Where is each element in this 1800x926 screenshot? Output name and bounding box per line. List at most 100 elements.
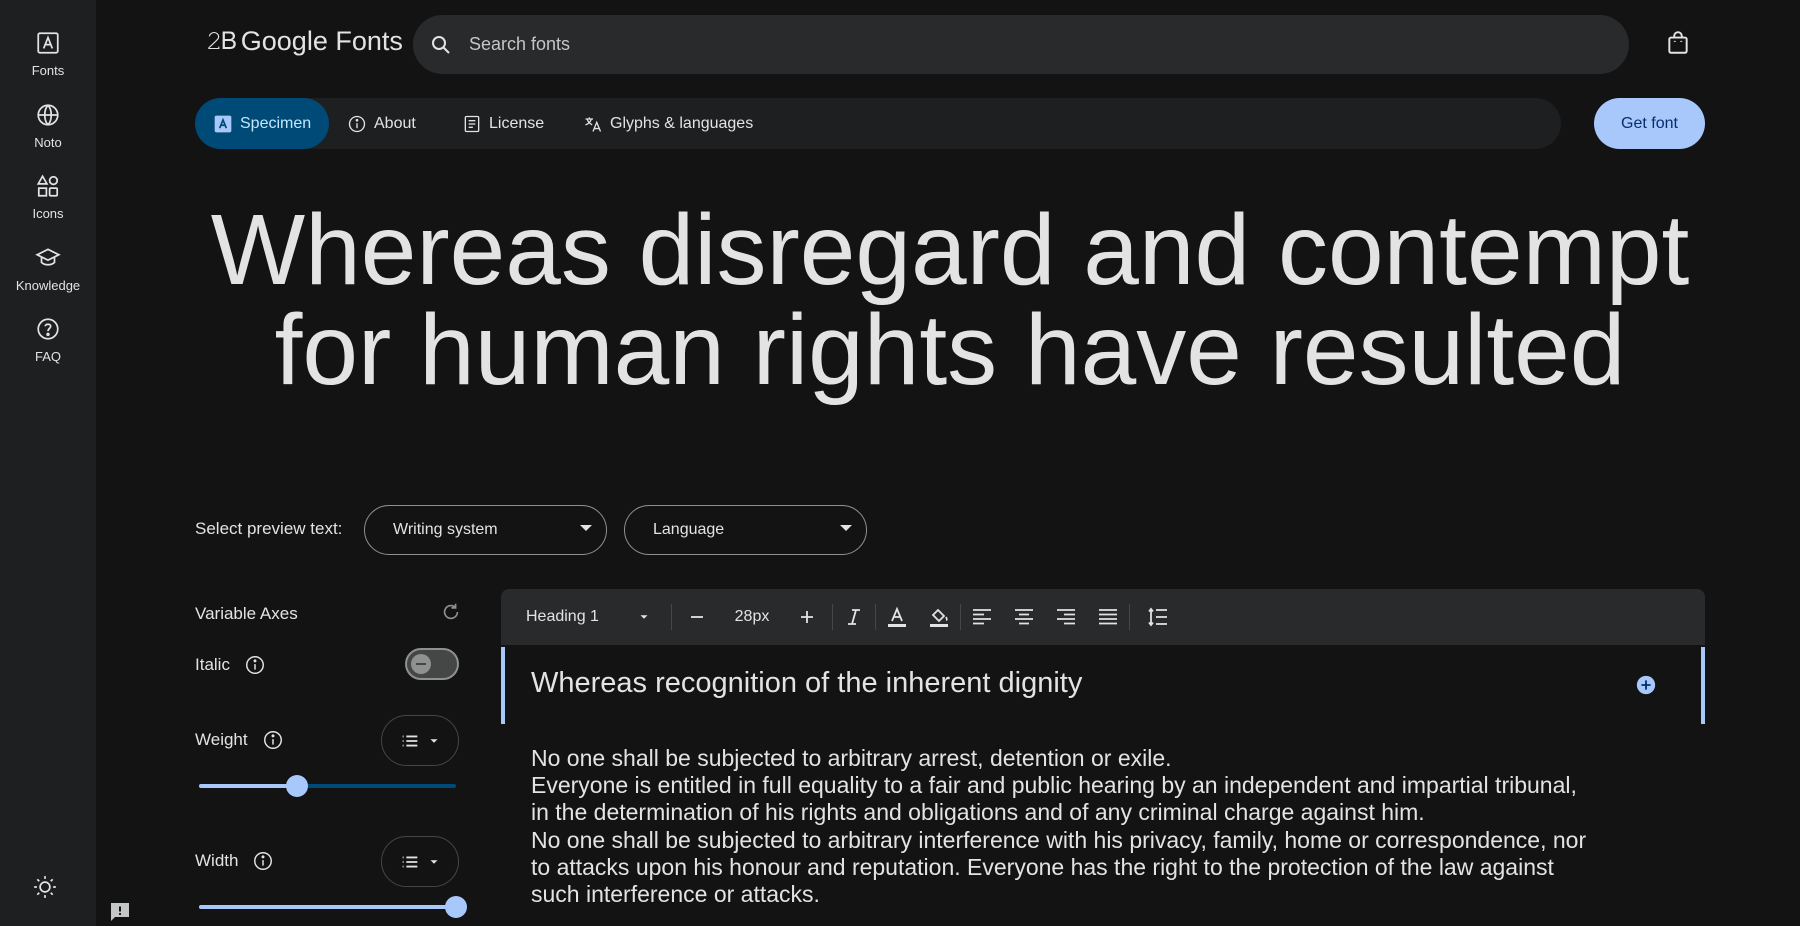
italic-toggle[interactable] xyxy=(405,648,459,680)
body-line: to attacks upon his honour and reputatio… xyxy=(531,853,1554,880)
feedback-icon[interactable] xyxy=(108,900,132,924)
align-left-icon xyxy=(973,609,991,625)
hero-line: Whereas disregard and contempt xyxy=(210,194,1690,306)
italic-axis-label: Italic xyxy=(195,654,266,676)
hero-line: for human rights have resulted xyxy=(274,294,1626,406)
line-height-button[interactable] xyxy=(1130,589,1186,645)
help-icon xyxy=(37,318,59,340)
slider-thumb[interactable] xyxy=(445,896,467,918)
info-icon[interactable] xyxy=(262,729,284,751)
info-icon[interactable] xyxy=(244,654,266,676)
select-value: Language xyxy=(653,521,725,538)
italic-button[interactable] xyxy=(833,589,875,645)
variable-axes-title: Variable Axes xyxy=(195,604,298,623)
align-left-button[interactable] xyxy=(961,589,1003,645)
width-slider[interactable] xyxy=(199,896,467,918)
rail-item-knowledge[interactable]: Knowledge xyxy=(0,245,96,293)
justify-button[interactable] xyxy=(1087,589,1129,645)
list-icon xyxy=(402,735,418,746)
list-icon xyxy=(402,856,418,867)
dropdown-arrow-icon xyxy=(580,525,592,531)
heading-text[interactable]: Whereas recognition of the inherent dign… xyxy=(531,667,1082,700)
background-color-button[interactable] xyxy=(918,589,960,645)
rail-label: Noto xyxy=(34,135,62,150)
school-icon xyxy=(35,248,61,266)
specimen-icon xyxy=(214,115,232,132)
rail-item-fonts[interactable]: Fonts xyxy=(0,30,96,78)
tab-license[interactable]: License xyxy=(444,98,562,149)
search-icon xyxy=(432,35,450,54)
tab-label: About xyxy=(374,114,416,132)
tab-about[interactable]: About xyxy=(329,98,434,149)
select-value: Writing system xyxy=(393,521,498,538)
rail-item-faq[interactable]: FAQ xyxy=(0,316,96,364)
weight-axis-label: Weight xyxy=(195,729,284,751)
logo-text: Google Fonts xyxy=(240,26,403,56)
fill-color-icon xyxy=(930,608,948,627)
width-instances-button[interactable] xyxy=(381,836,459,887)
rail-label: Fonts xyxy=(31,63,65,78)
text-color-button[interactable] xyxy=(876,589,918,645)
translate-icon xyxy=(585,116,602,132)
minus-icon xyxy=(691,616,703,618)
toggle-knob xyxy=(411,654,431,674)
shapes-icon xyxy=(36,174,59,197)
tab-glyphs-languages[interactable]: Glyphs & languages xyxy=(565,98,771,149)
logo-mark: 𝟸𝖡 xyxy=(206,26,237,56)
tab-label: Specimen xyxy=(240,114,312,132)
info-icon xyxy=(348,115,366,132)
slider-fill xyxy=(199,905,456,909)
increase-size-button[interactable] xyxy=(782,589,832,645)
align-right-button[interactable] xyxy=(1045,589,1087,645)
body-text-block[interactable]: No one shall be subjected to arbitrary a… xyxy=(531,745,1611,908)
align-center-button[interactable] xyxy=(1003,589,1045,645)
weight-slider[interactable] xyxy=(199,775,456,797)
get-font-button[interactable]: Get font xyxy=(1594,98,1705,149)
axis-name: Width xyxy=(195,851,239,870)
slider-thumb[interactable] xyxy=(285,775,308,797)
text-style-value: Heading 1 xyxy=(526,608,599,625)
rail-item-icons[interactable]: Icons xyxy=(0,173,96,221)
line-spacing-icon xyxy=(1148,607,1167,627)
dropdown-arrow-icon xyxy=(840,525,852,531)
text-style-select[interactable]: Heading 1 xyxy=(501,589,671,645)
width-axis-label: Width xyxy=(195,850,274,872)
add-circle-icon[interactable] xyxy=(1635,674,1657,696)
language-select[interactable]: Language xyxy=(624,505,867,555)
dropdown-arrow-icon xyxy=(430,859,438,864)
side-rail: Fonts Noto Icons Knowledge FAQ xyxy=(0,0,96,926)
body-line: in the determination of his rights and o… xyxy=(531,799,1425,826)
axis-name: Weight xyxy=(195,730,248,749)
body-line: No one shall be subjected to arbitrary i… xyxy=(531,826,1587,853)
dropdown-arrow-icon xyxy=(430,738,438,743)
theme-toggle-icon[interactable] xyxy=(32,874,58,900)
tab-label: License xyxy=(489,114,545,132)
italic-icon xyxy=(848,609,860,625)
rail-label: FAQ xyxy=(34,349,61,364)
decrease-size-button[interactable] xyxy=(672,589,722,645)
body-line: such interference or attacks. xyxy=(531,881,820,908)
font-size-value[interactable]: 28px xyxy=(722,589,782,645)
search-bar[interactable] xyxy=(413,15,1629,74)
align-justify-icon xyxy=(1099,609,1117,625)
weight-instances-button[interactable] xyxy=(381,715,459,766)
writing-system-select[interactable]: Writing system xyxy=(364,505,607,555)
align-center-icon xyxy=(1015,609,1033,625)
rail-label: Icons xyxy=(32,206,64,221)
specimen-tabs: Specimen About License Glyphs & language… xyxy=(195,98,1561,149)
info-icon[interactable] xyxy=(252,850,274,872)
tab-specimen[interactable]: Specimen xyxy=(195,98,330,149)
selected-text-block[interactable]: Whereas recognition of the inherent dign… xyxy=(501,647,1705,724)
rail-item-noto[interactable]: Noto xyxy=(0,102,96,150)
axis-name: Italic xyxy=(195,655,230,674)
shopping-bag-icon[interactable] xyxy=(1665,30,1691,56)
slider-fill xyxy=(199,784,297,788)
hero-specimen: Whereas disregard and contempt for human… xyxy=(195,200,1705,400)
search-input[interactable] xyxy=(469,34,1569,55)
editor-toolbar: Heading 1 28px xyxy=(501,589,1705,645)
reset-icon[interactable] xyxy=(440,601,462,623)
text-color-icon xyxy=(888,606,906,627)
rail-label: Knowledge xyxy=(15,278,81,293)
google-fonts-logo[interactable]: 𝟸𝖡 Google Fonts xyxy=(206,26,403,57)
body-line: No one shall be subjected to arbitrary a… xyxy=(531,745,1172,771)
